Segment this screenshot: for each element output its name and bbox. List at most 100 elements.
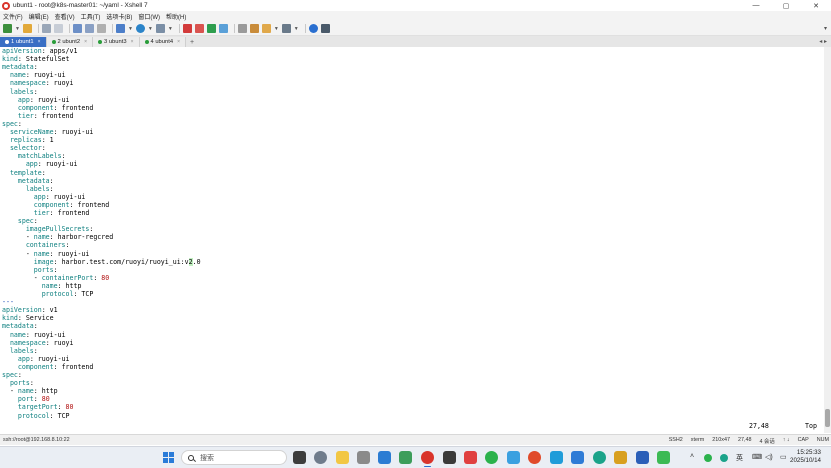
word-icon[interactable] bbox=[636, 451, 649, 464]
menu-tabs[interactable]: 选项卡(B) bbox=[106, 12, 132, 21]
chevron-down-icon[interactable]: ▼ bbox=[148, 26, 153, 32]
fullscreen-icon[interactable] bbox=[218, 24, 228, 33]
toolbar-overflow-icon[interactable]: ▾ bbox=[824, 25, 827, 32]
close-tab-icon[interactable]: × bbox=[177, 39, 180, 45]
menu-help[interactable]: 帮助(H) bbox=[166, 12, 186, 21]
settings-gear-icon[interactable] bbox=[314, 451, 327, 464]
yaml-key: imagePullSecrets bbox=[25, 225, 90, 234]
menu-file[interactable]: 文件(F) bbox=[3, 12, 23, 21]
app-icon[interactable] bbox=[443, 451, 456, 464]
terminal-line: labels: bbox=[2, 347, 38, 355]
help-icon[interactable] bbox=[308, 24, 318, 33]
tab-ubunt3[interactable]: 3 ubunt3 × bbox=[93, 37, 140, 47]
input-method-icon[interactable]: ⌨ bbox=[752, 453, 762, 461]
tab-ubunt1[interactable]: 1 ubunt1 × bbox=[0, 37, 47, 47]
edge-icon[interactable] bbox=[593, 451, 606, 464]
taskbar-search-box[interactable]: 搜索 bbox=[181, 450, 287, 465]
wechat-icon[interactable] bbox=[485, 451, 498, 464]
open-folder-icon[interactable] bbox=[22, 24, 32, 33]
disconnect-icon[interactable] bbox=[53, 24, 63, 33]
xftp-icon[interactable] bbox=[182, 24, 192, 33]
scroll-arrows[interactable]: ↑ ↓ bbox=[783, 437, 790, 445]
copy-icon[interactable] bbox=[72, 24, 82, 33]
yaml-key: apiVersion bbox=[2, 47, 42, 55]
app-icon[interactable] bbox=[357, 451, 370, 464]
yaml-key: app bbox=[17, 95, 30, 104]
windows-start-icon[interactable] bbox=[163, 452, 174, 463]
yaml-key: app bbox=[25, 160, 38, 169]
chevron-down-icon[interactable]: ▼ bbox=[128, 26, 133, 32]
tray-wechat-icon[interactable] bbox=[704, 454, 712, 462]
chevron-down-icon[interactable]: ▼ bbox=[294, 26, 299, 32]
yaml-value bbox=[2, 217, 18, 225]
yaml-value bbox=[2, 96, 18, 104]
app-icon[interactable] bbox=[550, 451, 563, 464]
app-icon[interactable] bbox=[507, 451, 520, 464]
yaml-value: .0 bbox=[192, 257, 201, 266]
yaml-value bbox=[2, 347, 10, 355]
yaml-value bbox=[2, 201, 34, 209]
keyboard-icon[interactable] bbox=[249, 24, 259, 33]
tray-app-icon[interactable] bbox=[720, 454, 728, 462]
menu-edit[interactable]: 编辑(E) bbox=[29, 12, 49, 21]
app-icon[interactable] bbox=[614, 451, 627, 464]
battery-icon[interactable]: ▭ bbox=[780, 453, 787, 461]
terminal-scrollbar[interactable] bbox=[824, 47, 831, 433]
tray-chevron-up-icon[interactable]: ˄ bbox=[690, 453, 694, 460]
app-icon[interactable] bbox=[571, 451, 584, 464]
transfer-icon[interactable] bbox=[261, 24, 271, 33]
chrome-icon[interactable] bbox=[528, 451, 541, 464]
chevron-down-icon[interactable]: ▼ bbox=[274, 26, 279, 32]
task-view-icon[interactable] bbox=[293, 451, 306, 464]
yaml-value: : bbox=[57, 403, 66, 412]
close-tab-icon[interactable]: × bbox=[84, 39, 87, 45]
yaml-value: --- bbox=[2, 298, 14, 307]
yaml-value: : bbox=[17, 119, 22, 128]
terminal-line: replicas: 1 bbox=[2, 136, 54, 144]
app-icon[interactable] bbox=[464, 451, 477, 464]
session-status-icon bbox=[51, 40, 56, 44]
tab-ubunt2[interactable]: 2 ubunt2 × bbox=[46, 37, 93, 47]
ime-indicator[interactable]: 英 bbox=[736, 453, 743, 463]
add-tab-button[interactable]: + bbox=[186, 37, 198, 47]
terminal-output[interactable]: 27,48 Top apiVersion: apps/v1 kind: State… bbox=[0, 47, 824, 433]
layout-icon[interactable] bbox=[281, 24, 291, 33]
sessions-label[interactable]: 4 会话 bbox=[759, 437, 774, 445]
tab-ubunt4[interactable]: 4 ubunt4 × bbox=[139, 37, 186, 47]
tab-scroll-arrows[interactable]: ◂ ▸ bbox=[819, 38, 827, 45]
lock-icon[interactable] bbox=[237, 24, 247, 33]
close-tab-icon[interactable]: × bbox=[38, 39, 41, 45]
scrollbar-thumb[interactable] bbox=[825, 409, 830, 427]
chat-icon[interactable] bbox=[320, 24, 330, 33]
script-icon[interactable] bbox=[206, 24, 216, 33]
vscode-icon[interactable] bbox=[378, 451, 391, 464]
close-tab-icon[interactable]: × bbox=[131, 39, 134, 45]
font-icon[interactable] bbox=[155, 24, 165, 33]
reconnect-icon[interactable] bbox=[41, 24, 51, 33]
menu-window[interactable]: 窗口(W) bbox=[138, 12, 160, 21]
menu-view[interactable]: 查看(V) bbox=[55, 12, 75, 21]
find-icon[interactable] bbox=[96, 24, 106, 33]
terminal-line: protocol: TCP bbox=[2, 290, 94, 298]
xagent-icon[interactable] bbox=[194, 24, 204, 33]
minimize-button[interactable]: — bbox=[741, 0, 771, 11]
xshell-taskbar-icon[interactable] bbox=[421, 451, 434, 467]
app-icon[interactable] bbox=[399, 451, 412, 464]
menu-tools[interactable]: 工具(T) bbox=[81, 12, 101, 21]
terminal-line: name: ruoyi-ui bbox=[2, 331, 66, 339]
terminal-line: metadata: bbox=[2, 177, 54, 185]
globe-icon[interactable] bbox=[135, 24, 145, 33]
close-button[interactable]: ✕ bbox=[801, 0, 831, 11]
new-session-icon[interactable] bbox=[3, 24, 12, 33]
yaml-key: name bbox=[33, 249, 50, 258]
volume-icon[interactable]: ◁) bbox=[765, 453, 773, 461]
maximize-button[interactable]: ▢ bbox=[771, 0, 801, 11]
app-icon[interactable] bbox=[657, 451, 670, 464]
terminal-line: template: bbox=[2, 169, 46, 177]
chevron-down-icon[interactable]: ▼ bbox=[168, 26, 173, 32]
chevron-down-icon[interactable]: ▼ bbox=[15, 26, 20, 32]
taskbar-clock[interactable]: 15:25:33 2025/10/14 bbox=[790, 449, 821, 465]
settings-icon[interactable] bbox=[115, 24, 125, 33]
file-explorer-icon[interactable] bbox=[336, 451, 349, 464]
paste-icon[interactable] bbox=[84, 24, 94, 33]
